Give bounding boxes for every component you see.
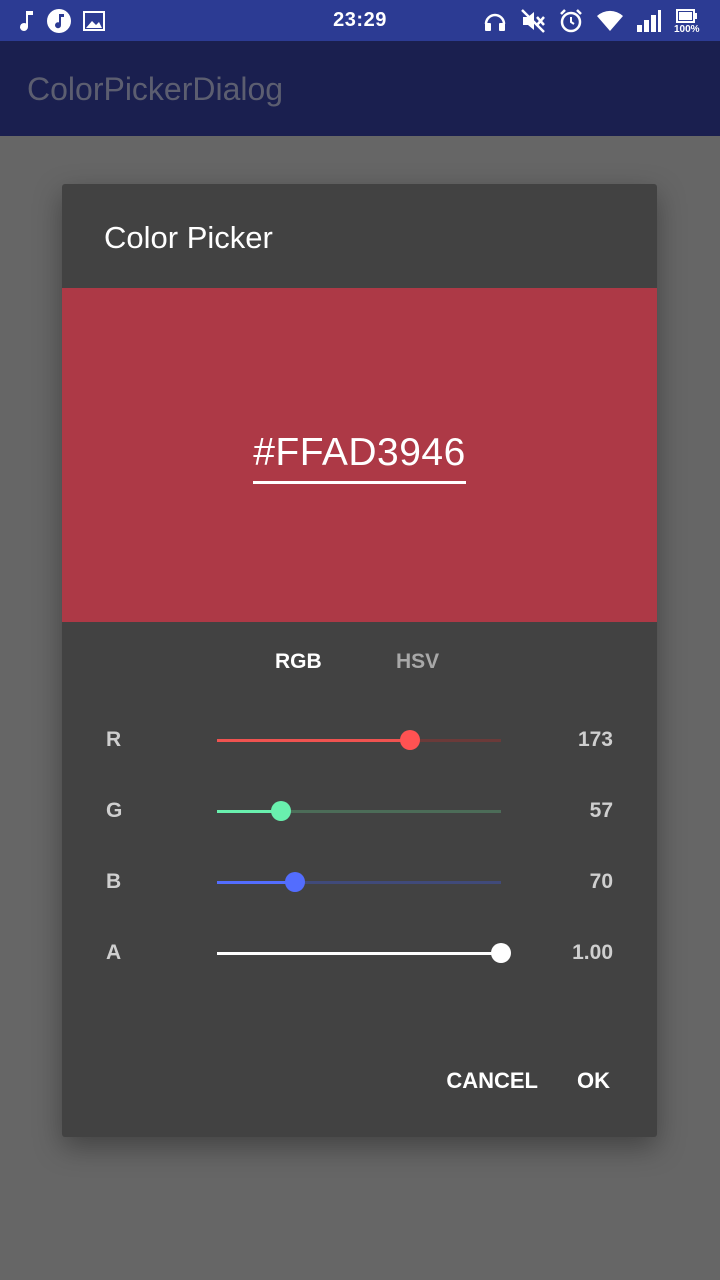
slider-track-r[interactable] — [217, 739, 501, 742]
alarm-icon — [558, 8, 584, 34]
signal-icon — [636, 9, 662, 33]
slider-thumb-a[interactable] — [491, 943, 511, 963]
slider-row-a: A 1.00 — [62, 933, 657, 973]
headset-icon — [482, 8, 508, 34]
tab-hsv[interactable]: HSV — [396, 650, 439, 674]
hex-input[interactable]: #FFAD3946 — [253, 431, 466, 484]
color-picker-dialog: Color Picker #FFAD3946 RGB HSV R 173 G 5… — [62, 184, 657, 1137]
slider-value-g: 57 — [589, 799, 613, 822]
slider-label-r: R — [106, 728, 122, 751]
color-preview: #FFAD3946 — [62, 288, 657, 622]
slider-row-g: G 57 — [62, 791, 657, 831]
slider-thumb-r[interactable] — [400, 730, 420, 750]
ok-button[interactable]: OK — [577, 1068, 610, 1094]
tab-rgb[interactable]: RGB — [275, 650, 322, 674]
app-bar: ColorPickerDialog — [0, 41, 720, 136]
status-bar: 23:29 100% — [0, 0, 720, 41]
battery-percent: 100% — [674, 24, 700, 35]
slider-rest — [281, 810, 501, 813]
slider-track-g[interactable] — [217, 810, 501, 813]
slider-track-a[interactable] — [217, 952, 501, 955]
slider-fill — [217, 739, 410, 742]
slider-value-a: 1.00 — [572, 941, 613, 964]
dialog-actions: CANCEL OK — [62, 1068, 657, 1098]
slider-row-r: R 173 — [62, 720, 657, 760]
slider-thumb-b[interactable] — [285, 872, 305, 892]
status-right-icons: 100% — [482, 7, 706, 35]
slider-rest — [295, 881, 501, 884]
slider-value-r: 173 — [577, 728, 613, 751]
slider-label-g: G — [106, 799, 123, 822]
mode-tabs: RGB HSV — [62, 650, 657, 680]
slider-label-a: A — [106, 941, 122, 964]
slider-fill — [217, 881, 295, 884]
app-title: ColorPickerDialog — [27, 71, 284, 107]
slider-value-b: 70 — [589, 870, 613, 893]
slider-label-b: B — [106, 870, 122, 893]
slider-thumb-g[interactable] — [271, 801, 291, 821]
cancel-button[interactable]: CANCEL — [446, 1068, 538, 1094]
slider-rest — [410, 739, 501, 742]
slider-track-b[interactable] — [217, 881, 501, 884]
battery-icon: 100% — [674, 7, 706, 35]
wifi-icon — [596, 9, 624, 33]
dialog-title: Color Picker — [104, 220, 273, 255]
mute-icon — [520, 8, 546, 34]
slider-fill — [217, 952, 501, 955]
slider-row-b: B 70 — [62, 862, 657, 902]
